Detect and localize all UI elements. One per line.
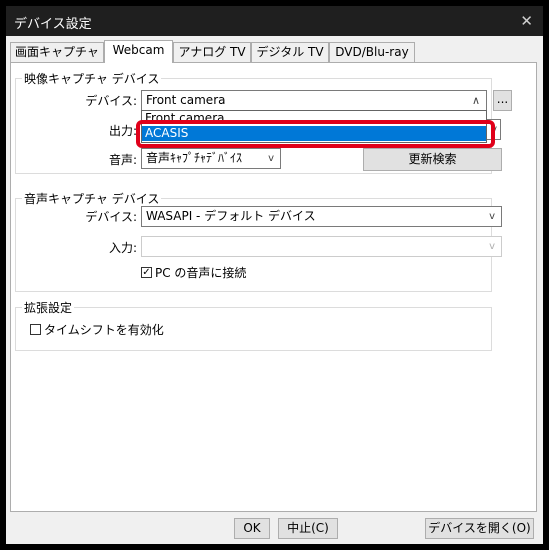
- ok-button[interactable]: OK: [234, 518, 270, 539]
- chevron-down-icon: v: [268, 153, 274, 164]
- output-label: 出力:: [108, 124, 137, 138]
- cancel-button[interactable]: 中止(C): [278, 518, 338, 539]
- pc-audio-label: PC の音声に接続: [155, 266, 247, 280]
- video-device-dropdown: Front camera ACASIS: [141, 110, 487, 143]
- input-select[interactable]: v: [141, 236, 502, 257]
- timeshift-checkbox[interactable]: [30, 324, 41, 335]
- dropdown-option-front-camera[interactable]: Front camera: [142, 111, 486, 126]
- window-title: デバイス設定: [14, 17, 92, 32]
- tab-panel-webcam: 映像キャプチャ デバイス デバイス: Front camera ∧ ... 出力…: [10, 62, 537, 512]
- video-capture-group-title: 映像キャプチャ デバイス: [22, 70, 162, 87]
- video-device-value: Front camera: [146, 93, 226, 107]
- input-label: 入力:: [108, 241, 137, 255]
- audio-device-value: WASAPI - デフォルト デバイス: [146, 209, 316, 223]
- audio-capture-group-title: 音声キャプチャ デバイス: [22, 190, 162, 207]
- video-device-label: デバイス:: [85, 94, 137, 108]
- extended-settings-group-title: 拡張設定: [22, 299, 75, 316]
- browse-button[interactable]: ...: [493, 90, 512, 111]
- audio-label: 音声:: [108, 153, 137, 167]
- chevron-down-icon: v: [491, 124, 497, 135]
- dropdown-option-acasis[interactable]: ACASIS: [142, 126, 486, 141]
- tab-digital-tv[interactable]: デジタル TV: [251, 42, 329, 62]
- timeshift-label: タイムシフトを有効化: [44, 323, 164, 337]
- tab-dvd-bluray[interactable]: DVD/Blu-ray: [329, 42, 415, 62]
- tab-screen-capture[interactable]: 画面キャプチャ: [10, 42, 104, 62]
- chevron-up-icon: ∧: [471, 94, 480, 107]
- refresh-search-button[interactable]: 更新検索: [363, 148, 502, 171]
- dialog-client: 画面キャプチャ Webcam アナログ TV デジタル TV DVD/Blu-r…: [6, 36, 543, 544]
- chevron-down-icon: v: [489, 211, 495, 222]
- close-icon[interactable]: ✕: [520, 12, 533, 30]
- open-device-button[interactable]: デバイスを開く(O): [425, 518, 534, 539]
- chevron-down-icon: v: [489, 241, 495, 252]
- audio-value: 音声ｷｬﾌﾟﾁｬﾃﾞﾊﾞｲｽ: [146, 151, 243, 165]
- tab-webcam[interactable]: Webcam: [104, 40, 173, 63]
- pc-audio-checkbox[interactable]: ✓: [141, 267, 152, 278]
- title-bar: デバイス設定 ✕: [6, 6, 543, 36]
- tab-analog-tv[interactable]: アナログ TV: [173, 42, 251, 62]
- audio-device-label: デバイス:: [85, 210, 137, 224]
- audio-select[interactable]: 音声ｷｬﾌﾟﾁｬﾃﾞﾊﾞｲｽ v: [141, 148, 281, 169]
- video-device-select[interactable]: Front camera ∧: [141, 90, 487, 111]
- audio-device-select[interactable]: WASAPI - デフォルト デバイス v: [141, 206, 502, 227]
